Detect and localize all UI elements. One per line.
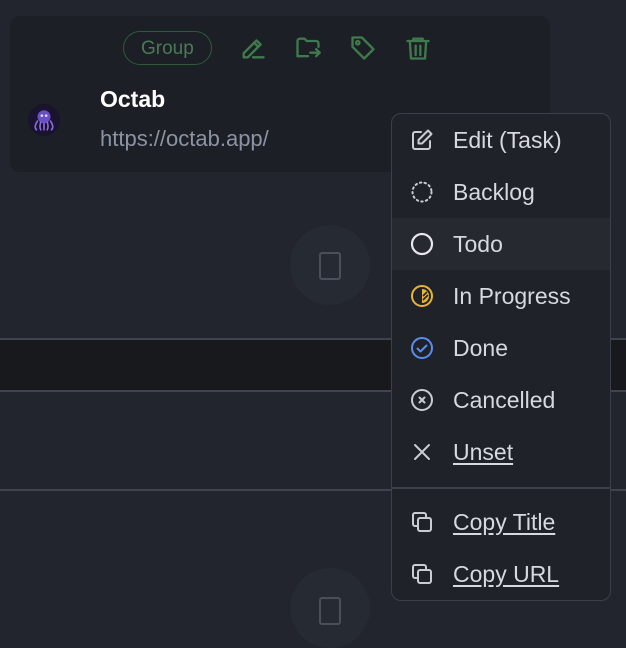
menu-item-label: In Progress	[453, 282, 571, 309]
menu-item-edit-task[interactable]: Edit (Task)	[392, 114, 610, 166]
menu-item-label: Copy URL	[453, 560, 560, 587]
pencil-icon	[409, 127, 435, 153]
check-circle-icon	[409, 335, 435, 361]
menu-item-in-progress[interactable]: In Progress	[392, 270, 610, 322]
copy-icon	[409, 509, 435, 535]
x-circle-icon	[409, 387, 435, 413]
menu-item-cancelled[interactable]: Cancelled	[392, 374, 610, 426]
menu-divider	[392, 487, 610, 489]
tag-icon[interactable]	[349, 34, 377, 62]
menu-item-label: Done	[453, 334, 508, 361]
empty-circle-icon	[409, 231, 435, 257]
menu-item-todo[interactable]: Todo	[392, 218, 610, 270]
move-folder-icon[interactable]	[294, 34, 322, 62]
copy-icon	[409, 561, 435, 587]
trash-icon[interactable]	[404, 34, 432, 62]
menu-item-label: Cancelled	[453, 386, 556, 413]
menu-item-label: Copy Title	[453, 508, 556, 535]
x-icon	[409, 439, 435, 465]
menu-item-unset[interactable]: Unset	[392, 426, 610, 478]
menu-item-copy-url[interactable]: Copy URL	[392, 548, 610, 600]
context-menu: Edit (Task) Backlog Todo In Progress Don…	[391, 113, 611, 601]
menu-item-label: Unset	[453, 438, 514, 465]
menu-item-label: Todo	[453, 230, 503, 257]
menu-item-label: Edit (Task)	[453, 126, 562, 153]
dotted-circle-icon	[409, 179, 435, 205]
bookmark-url[interactable]: https://octab.app/	[100, 126, 269, 152]
half-circle-icon	[409, 283, 435, 309]
page-icon	[319, 252, 341, 280]
menu-item-backlog[interactable]: Backlog	[392, 166, 610, 218]
menu-item-done[interactable]: Done	[392, 322, 610, 374]
menu-item-copy-title[interactable]: Copy Title	[392, 496, 610, 548]
card-toolbar: Group	[123, 31, 432, 65]
bookmark-title[interactable]: Octab	[100, 86, 165, 113]
octopus-logo-icon	[28, 104, 60, 136]
group-button[interactable]: Group	[123, 31, 212, 65]
page-icon	[319, 597, 341, 625]
edit-icon[interactable]	[239, 34, 267, 62]
menu-item-label: Backlog	[453, 178, 535, 205]
